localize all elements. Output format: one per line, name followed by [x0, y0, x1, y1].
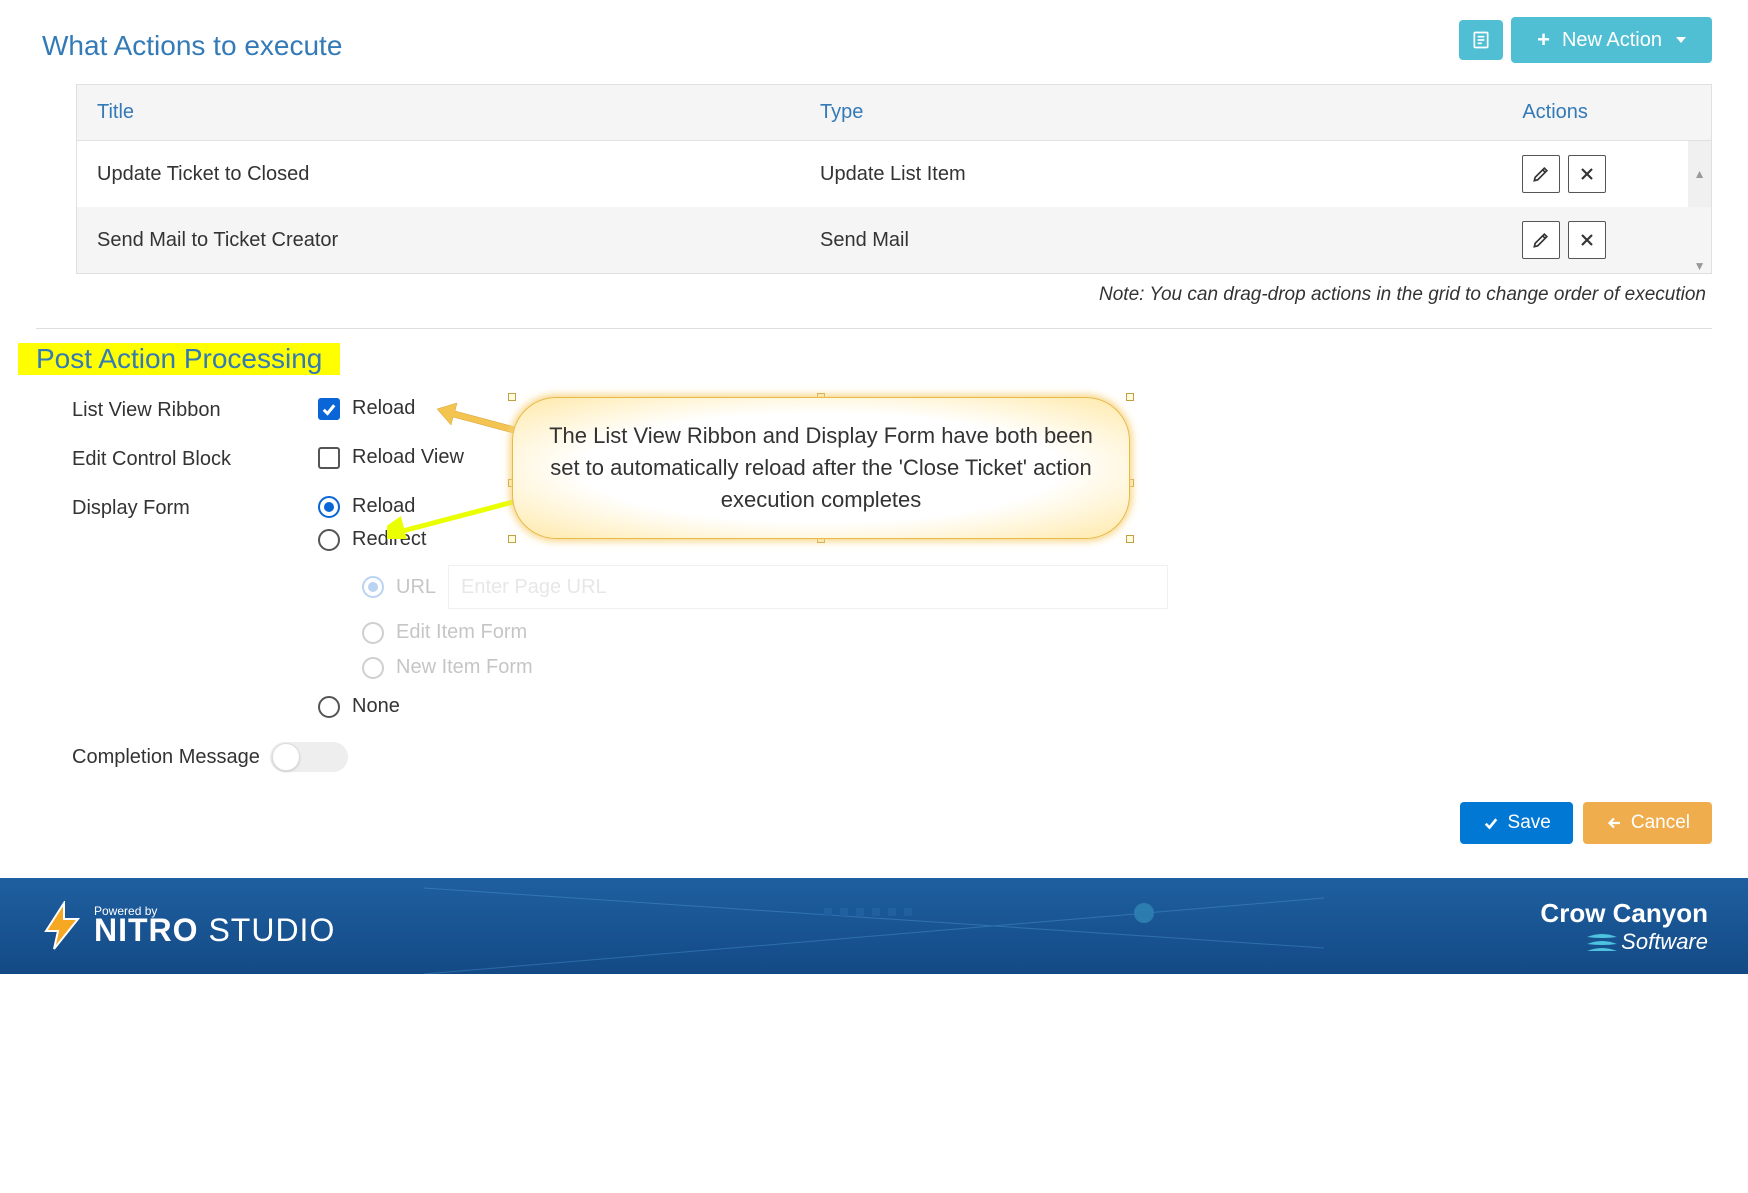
redirect-url-label: URL — [396, 576, 436, 599]
list-view-ribbon-reload-label: Reload — [352, 397, 415, 420]
plus-icon: + — [1537, 27, 1550, 53]
nitro-brand: NITRO STUDIO — [94, 912, 335, 949]
completion-message-label: Completion Message — [72, 746, 260, 769]
pencil-icon — [1531, 164, 1551, 184]
list-view-ribbon-label: List View Ribbon — [72, 397, 318, 422]
display-form-label: Display Form — [72, 495, 318, 520]
edit-row-button[interactable] — [1522, 221, 1560, 259]
edit-control-block-label: Edit Control Block — [72, 446, 318, 471]
row-title: Send Mail to Ticket Creator — [77, 207, 800, 273]
redirect-new-item-radio — [362, 657, 384, 679]
edit-control-block-reload-checkbox[interactable] — [318, 447, 340, 469]
display-form-redirect-radio[interactable] — [318, 529, 340, 551]
cancel-button[interactable]: Cancel — [1583, 802, 1712, 844]
save-label: Save — [1508, 812, 1551, 834]
edit-row-button[interactable] — [1522, 155, 1560, 193]
actions-grid-wrap: Title Type Actions Update Ticket to Clos… — [76, 84, 1712, 274]
new-action-label: New Action — [1562, 29, 1662, 52]
col-header-type[interactable]: Type — [800, 85, 1502, 141]
section-divider — [36, 328, 1712, 329]
row-title: Update Ticket to Closed — [77, 141, 800, 208]
cancel-label: Cancel — [1631, 812, 1690, 834]
footer-bar: Powered by NITRO STUDIO Crow Canyon Soft… — [0, 878, 1748, 974]
caret-down-icon — [1676, 37, 1686, 43]
grid-note: Note: You can drag-drop actions in the g… — [36, 284, 1706, 306]
scroll-up-icon[interactable]: ▲ — [1688, 167, 1711, 181]
new-action-button[interactable]: + New Action — [1511, 17, 1712, 63]
redirect-url-input — [448, 565, 1168, 609]
col-header-title[interactable]: Title — [77, 85, 800, 141]
close-icon — [1577, 164, 1597, 184]
display-form-none-label: None — [352, 695, 400, 718]
document-list-icon — [1471, 30, 1491, 50]
actions-grid: Title Type Actions Update Ticket to Clos… — [77, 85, 1711, 273]
footer-decoration — [424, 878, 1324, 974]
redirect-edit-item-label: Edit Item Form — [396, 621, 527, 644]
table-row[interactable]: Update Ticket to Closed Update List Item — [77, 141, 1711, 208]
row-type: Send Mail — [800, 207, 1502, 273]
delete-row-button[interactable] — [1568, 155, 1606, 193]
crow-canyon-brand: Crow Canyon Software — [1540, 898, 1708, 955]
back-arrow-icon — [1605, 814, 1623, 832]
section-title-post-action: Post Action Processing — [18, 343, 340, 375]
col-scroll-gutter — [1688, 85, 1711, 141]
redirect-new-item-label: New Item Form — [396, 656, 533, 679]
check-icon — [1482, 814, 1500, 832]
edit-control-block-reload-label: Reload View — [352, 446, 464, 469]
redirect-edit-item-radio — [362, 622, 384, 644]
display-form-none-radio[interactable] — [318, 696, 340, 718]
col-header-actions: Actions — [1502, 85, 1688, 141]
scroll-down-icon[interactable]: ▼ — [1688, 259, 1711, 273]
display-form-reload-label: Reload — [352, 495, 415, 518]
delete-row-button[interactable] — [1568, 221, 1606, 259]
swoosh-icon — [1587, 933, 1617, 951]
save-button[interactable]: Save — [1460, 802, 1573, 844]
close-icon — [1577, 230, 1597, 250]
row-type: Update List Item — [800, 141, 1502, 208]
table-row[interactable]: Send Mail to Ticket Creator Send Mail — [77, 207, 1711, 273]
list-view-ribbon-reload-checkbox[interactable] — [318, 398, 340, 420]
completion-message-toggle[interactable] — [270, 742, 348, 772]
display-form-reload-radio[interactable] — [318, 496, 340, 518]
list-icon-button[interactable] — [1459, 20, 1503, 60]
nitro-logo-icon — [40, 901, 84, 951]
section-title-actions: What Actions to execute — [36, 0, 342, 80]
display-form-redirect-label: Redirect — [352, 528, 426, 551]
pencil-icon — [1531, 230, 1551, 250]
redirect-url-radio — [362, 576, 384, 598]
